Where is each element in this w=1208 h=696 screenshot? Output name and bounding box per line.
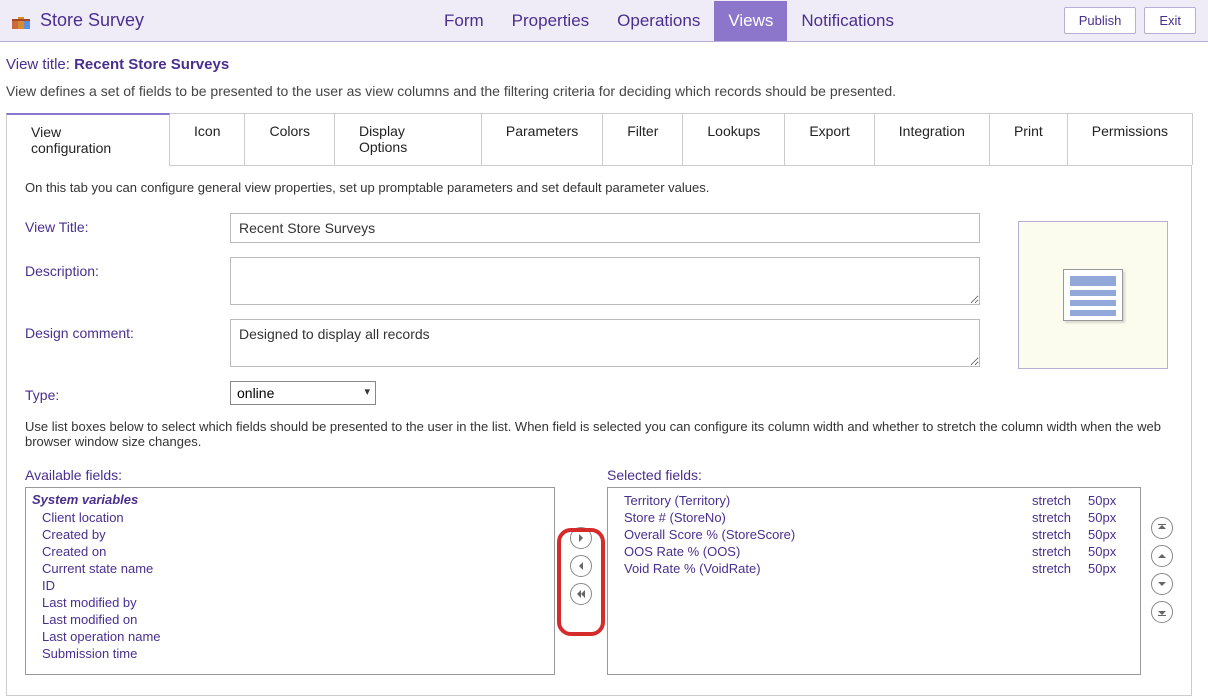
tab-export[interactable]: Export xyxy=(784,113,874,165)
view-definition: View defines a set of fields to be prese… xyxy=(6,83,1192,99)
view-title-input[interactable] xyxy=(230,213,980,243)
list-item[interactable]: Created on xyxy=(32,543,548,560)
tab-help-text: On this tab you can configure general vi… xyxy=(25,180,1173,195)
nav-views[interactable]: Views xyxy=(714,1,787,41)
lists-area: Available fields: System variables Clien… xyxy=(25,467,1173,675)
selected-row[interactable]: Territory (Territory)stretch50px xyxy=(614,492,1134,509)
tab-content: On this tab you can configure general vi… xyxy=(6,166,1192,696)
move-bottom-button[interactable] xyxy=(1151,601,1173,623)
tab-print[interactable]: Print xyxy=(989,113,1068,165)
tab-permissions[interactable]: Permissions xyxy=(1067,113,1193,165)
selected-row[interactable]: OOS Rate % (OOS)stretch50px xyxy=(614,543,1134,560)
move-left-button[interactable] xyxy=(570,555,592,577)
preview-thumbnail xyxy=(1018,221,1168,369)
view-title-value: Recent Store Surveys xyxy=(74,56,229,73)
nav-form[interactable]: Form xyxy=(430,1,498,41)
nav-operations[interactable]: Operations xyxy=(603,1,714,41)
move-down-button[interactable] xyxy=(1151,573,1173,595)
transfer-buttons xyxy=(565,467,597,605)
exit-button[interactable]: Exit xyxy=(1144,7,1196,34)
list-item[interactable]: Last modified on xyxy=(32,611,548,628)
move-all-left-button[interactable] xyxy=(570,583,592,605)
list-item[interactable]: Last modified by xyxy=(32,594,548,611)
type-select[interactable]: online xyxy=(230,381,376,405)
tabs-row: View configuration Icon Colors Display O… xyxy=(6,113,1192,166)
publish-button[interactable]: Publish xyxy=(1064,7,1137,34)
list-item[interactable]: Client location xyxy=(32,509,548,526)
move-up-button[interactable] xyxy=(1151,545,1173,567)
selected-row[interactable]: Store # (StoreNo)stretch50px xyxy=(614,509,1134,526)
order-buttons xyxy=(1151,467,1173,623)
list-item[interactable]: ID xyxy=(32,577,548,594)
nav-properties[interactable]: Properties xyxy=(498,1,603,41)
tab-filter[interactable]: Filter xyxy=(602,113,683,165)
nav-notifications[interactable]: Notifications xyxy=(787,1,908,41)
selected-fields-label: Selected fields: xyxy=(607,467,1141,483)
move-right-button[interactable] xyxy=(570,527,592,549)
tab-display-options[interactable]: Display Options xyxy=(334,113,482,165)
view-title-label: View title: xyxy=(6,56,74,73)
list-item[interactable]: Created by xyxy=(32,526,548,543)
header-nav: Form Properties Operations Views Notific… xyxy=(430,1,908,41)
tab-view-configuration[interactable]: View configuration xyxy=(6,113,170,165)
tab-integration[interactable]: Integration xyxy=(874,113,990,165)
view-title-line: View title: Recent Store Surveys xyxy=(6,56,1192,73)
available-fields-label: Available fields: xyxy=(25,467,555,483)
tab-colors[interactable]: Colors xyxy=(244,113,334,165)
selected-row[interactable]: Void Rate % (VoidRate)stretch50px xyxy=(614,560,1134,577)
list-item[interactable]: Submission time xyxy=(32,645,548,662)
fields-help-text: Use list boxes below to select which fie… xyxy=(25,419,1173,449)
header-bar: Store Survey Form Properties Operations … xyxy=(0,0,1208,42)
tab-lookups[interactable]: Lookups xyxy=(682,113,785,165)
list-item[interactable]: Last operation name xyxy=(32,628,548,645)
label-type: Type: xyxy=(25,381,230,403)
selected-fields-list[interactable]: Territory (Territory)stretch50px Store #… xyxy=(607,487,1141,675)
tab-parameters[interactable]: Parameters xyxy=(481,113,603,165)
design-comment-input[interactable]: Designed to display all records xyxy=(230,319,980,367)
available-fields-list[interactable]: System variables Client location Created… xyxy=(25,487,555,675)
label-view-title: View Title: xyxy=(25,213,230,235)
label-description: Description: xyxy=(25,257,230,279)
list-item[interactable]: Current state name xyxy=(32,560,548,577)
move-top-button[interactable] xyxy=(1151,517,1173,539)
description-input[interactable] xyxy=(230,257,980,305)
selected-row[interactable]: Overall Score % (StoreScore)stretch50px xyxy=(614,526,1134,543)
app-icon xyxy=(12,13,32,29)
app-title: Store Survey xyxy=(40,10,144,31)
label-design-comment: Design comment: xyxy=(25,319,230,341)
tab-icon[interactable]: Icon xyxy=(169,113,245,165)
available-group-header: System variables xyxy=(32,492,548,507)
